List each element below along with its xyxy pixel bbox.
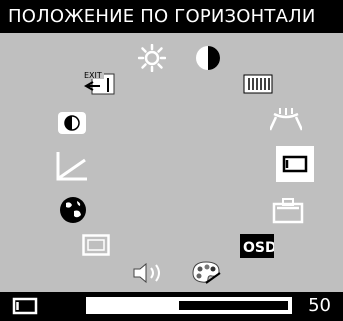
- osd-settings-icon[interactable]: OSD: [240, 234, 274, 258]
- osd-label: OSD: [243, 240, 274, 256]
- level-slider[interactable]: [86, 297, 292, 314]
- color-temperature-icon[interactable]: [57, 111, 87, 135]
- osd-menu: ПОЛОЖЕНИЕ ПО ГОРИЗОНТАЛИ EXIT OSD 50: [0, 0, 343, 321]
- level-value: 50: [308, 295, 331, 316]
- contrast-icon[interactable]: [194, 44, 222, 72]
- vertical-position-icon[interactable]: [272, 198, 304, 224]
- footer-bar: 50: [0, 292, 343, 321]
- pincushion-icon[interactable]: [270, 108, 302, 134]
- exit-label: EXIT: [84, 71, 102, 80]
- color-palette-icon[interactable]: [190, 259, 222, 285]
- volume-icon[interactable]: [132, 262, 166, 284]
- moire-icon[interactable]: [243, 74, 273, 94]
- horizontal-position-icon[interactable]: [276, 146, 314, 182]
- horizontal-position-icon: [10, 297, 40, 315]
- level-fill: [90, 301, 180, 310]
- brightness-icon[interactable]: [138, 44, 166, 72]
- level-track: [90, 301, 288, 310]
- menu-title: ПОЛОЖЕНИЕ ПО ГОРИЗОНТАЛИ: [0, 0, 343, 33]
- exit-icon[interactable]: EXIT: [82, 70, 116, 96]
- gamma-icon[interactable]: [55, 150, 89, 182]
- language-icon[interactable]: [58, 195, 88, 225]
- size-icon[interactable]: [82, 234, 110, 256]
